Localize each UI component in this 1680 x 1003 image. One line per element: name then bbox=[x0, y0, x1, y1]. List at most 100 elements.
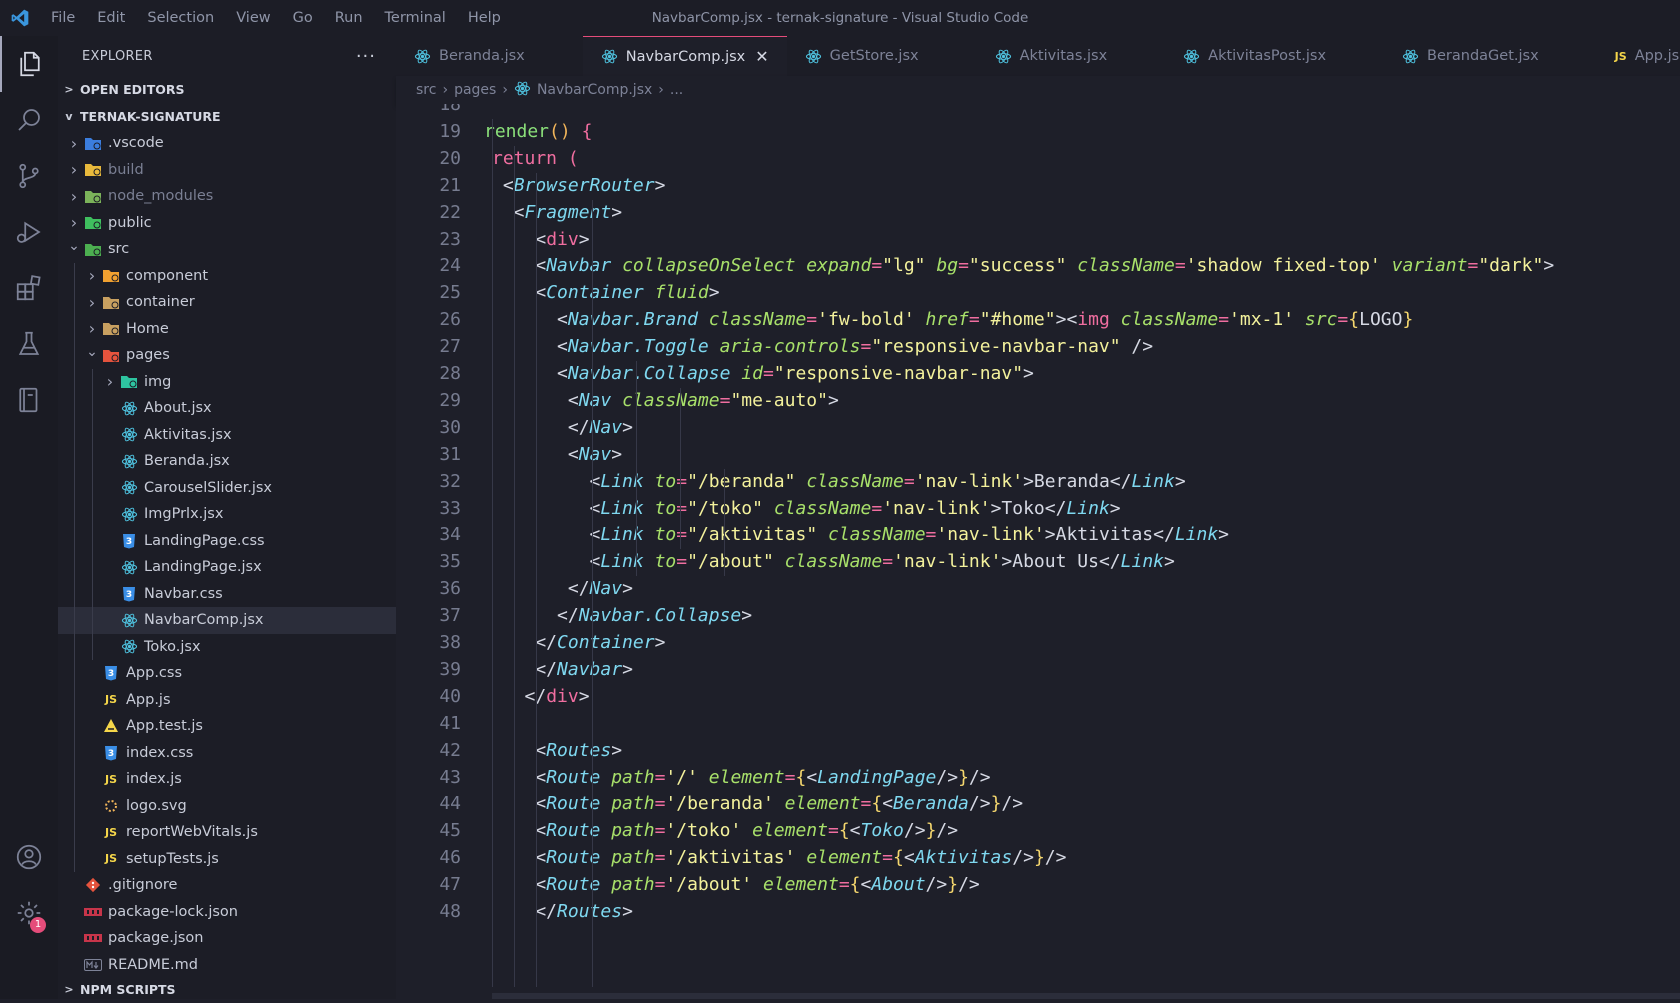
code-line[interactable]: return ( bbox=[492, 146, 579, 173]
tree-item-navbarcomp-jsx[interactable]: NavbarComp.jsx bbox=[58, 607, 396, 634]
code-line[interactable]: </div> bbox=[492, 684, 590, 711]
tree-item-imgprlx-jsx[interactable]: ImgPrlx.jsx bbox=[58, 501, 396, 528]
tab-getstore-jsx[interactable]: GetStore.jsx bbox=[787, 36, 977, 76]
explorer-icon[interactable] bbox=[0, 36, 58, 92]
tree-item-reportwebvitals-js[interactable]: JS reportWebVitals.js bbox=[58, 819, 396, 846]
tree-item-setuptests-js[interactable]: JS setupTests.js bbox=[58, 845, 396, 872]
tree-item-landingpage-css[interactable]: 3 LandingPage.css bbox=[58, 527, 396, 554]
tree-item-pages[interactable]: ⌄ pages bbox=[58, 342, 396, 369]
code-line[interactable]: </Container> bbox=[492, 630, 665, 657]
tree-item-src[interactable]: ⌄ src bbox=[58, 236, 396, 263]
tree-item-node-modules[interactable]: › node_modules bbox=[58, 183, 396, 210]
tree-item-public[interactable]: › public bbox=[58, 210, 396, 237]
code-line[interactable]: <Navbar collapseOnSelect expand="lg" bg=… bbox=[492, 253, 1554, 280]
tree-item-app-js[interactable]: JS App.js bbox=[58, 686, 396, 713]
breadcrumb-item[interactable]: ... bbox=[670, 82, 683, 98]
code-editor[interactable]: 18 19 20 21 22 23 24 25 26 27 28 29 30 31 32 33 34 35 36 37… bbox=[396, 104, 1680, 999]
tree-item-carouselslider-jsx[interactable]: CarouselSlider.jsx bbox=[58, 474, 396, 501]
code-line[interactable]: <Link to="/beranda" className='nav-link'… bbox=[492, 469, 1186, 496]
tree-item-home[interactable]: › Home bbox=[58, 315, 396, 342]
manage-gear-icon[interactable]: 1 bbox=[0, 885, 58, 941]
source-control-icon[interactable] bbox=[0, 148, 58, 204]
tab-berandaget-jsx[interactable]: BerandaGet.jsx bbox=[1384, 36, 1597, 76]
menu-go[interactable]: Go bbox=[282, 0, 324, 36]
close-icon[interactable]: ✕ bbox=[755, 47, 768, 66]
breadcrumb-item[interactable]: pages bbox=[454, 82, 496, 98]
tree-item-about-jsx[interactable]: About.jsx bbox=[58, 395, 396, 422]
tree-item-package-lock-json[interactable]: package-lock.json bbox=[58, 899, 396, 926]
line-number: 41 bbox=[439, 712, 461, 734]
code-line[interactable]: <Navbar.Collapse id="responsive-navbar-n… bbox=[492, 361, 1034, 388]
more-actions-icon[interactable]: ··· bbox=[356, 46, 376, 67]
react-file-icon bbox=[118, 611, 140, 629]
code-line[interactable]: <Nav> bbox=[492, 442, 622, 469]
tree-item-vscode[interactable]: › .vscode bbox=[58, 130, 396, 157]
tree-item-index-js[interactable]: JS index.js bbox=[58, 766, 396, 793]
menu-view[interactable]: View bbox=[225, 0, 281, 36]
tab-label: Aktivitas.jsx bbox=[1019, 48, 1108, 64]
remote-explorer-icon[interactable] bbox=[0, 372, 58, 428]
code-line[interactable]: <Link to="/toko" className='nav-link'>To… bbox=[492, 496, 1121, 523]
menu-terminal[interactable]: Terminal bbox=[374, 0, 457, 36]
code-token: = bbox=[882, 847, 894, 869]
indent-guide bbox=[74, 421, 75, 448]
horizontal-scrollbar[interactable] bbox=[492, 993, 1680, 999]
code-line[interactable]: <Route path='/' element={<LandingPage/>}… bbox=[492, 765, 990, 792]
code-line[interactable]: <Route path='/aktivitas' element={<Aktiv… bbox=[492, 845, 1066, 872]
search-icon[interactable] bbox=[0, 92, 58, 148]
code-line[interactable]: </Navbar.Collapse> bbox=[492, 603, 752, 630]
tab-beranda-jsx[interactable]: Beranda.jsx bbox=[396, 36, 583, 76]
code-line[interactable]: <Link to="/about" className='nav-link'>A… bbox=[492, 549, 1175, 576]
code-line[interactable]: <Navbar.Brand className='fw-bold' href="… bbox=[492, 307, 1413, 334]
code-line[interactable]: <Nav className="me-auto"> bbox=[492, 388, 839, 415]
breadcrumb-item[interactable]: NavbarComp.jsx bbox=[537, 82, 652, 98]
tree-item-container[interactable]: › container bbox=[58, 289, 396, 316]
tree-item-build[interactable]: › build bbox=[58, 157, 396, 184]
account-icon[interactable] bbox=[0, 829, 58, 885]
run-debug-icon[interactable] bbox=[0, 204, 58, 260]
tree-item-component[interactable]: › component bbox=[58, 262, 396, 289]
tree-item-package-json[interactable]: package.json bbox=[58, 925, 396, 952]
tree-item-beranda-jsx[interactable]: Beranda.jsx bbox=[58, 448, 396, 475]
menu-edit[interactable]: Edit bbox=[86, 0, 136, 36]
extensions-icon[interactable] bbox=[0, 260, 58, 316]
tree-item-logo-svg[interactable]: logo.svg bbox=[58, 792, 396, 819]
tab-app-js[interactable]: JS App.js bbox=[1597, 36, 1680, 76]
line-number: 38 bbox=[439, 632, 461, 653]
tree-item-app-css[interactable]: 3 App.css bbox=[58, 660, 396, 687]
indent-guide bbox=[74, 262, 75, 289]
menu-file[interactable]: File bbox=[40, 0, 86, 36]
tree-item-app-test-js[interactable]: App.test.js bbox=[58, 713, 396, 740]
code-line[interactable]: <Container fluid> bbox=[492, 280, 719, 307]
code-line[interactable]: <BrowserRouter> bbox=[492, 173, 666, 200]
open-editors-section[interactable]: > OPEN EDITORS bbox=[58, 76, 396, 103]
tree-item-index-css[interactable]: 3 index.css bbox=[58, 739, 396, 766]
tab-aktivitas-jsx[interactable]: Aktivitas.jsx bbox=[977, 36, 1166, 76]
tree-item-navbar-css[interactable]: 3 Navbar.css bbox=[58, 580, 396, 607]
tree-item-img[interactable]: › img bbox=[58, 368, 396, 395]
code-line[interactable]: <Route path='/beranda' element={<Beranda… bbox=[492, 791, 1023, 818]
breadcrumb-item[interactable]: src bbox=[416, 82, 436, 98]
tree-item-gitignore[interactable]: .gitignore bbox=[58, 872, 396, 899]
testing-icon[interactable] bbox=[0, 316, 58, 372]
code-token: fluid bbox=[654, 282, 709, 304]
code-line[interactable]: <Route path='/toko' element={<Toko/>}/> bbox=[492, 818, 958, 845]
tree-item-toko-jsx[interactable]: Toko.jsx bbox=[58, 633, 396, 660]
code-line[interactable]: <div> bbox=[492, 227, 589, 254]
code-line[interactable]: <Route path='/about' element={<About/>}/… bbox=[492, 872, 979, 899]
tree-item-aktivitas-jsx[interactable]: Aktivitas.jsx bbox=[58, 421, 396, 448]
tab-label: BerandaGet.jsx bbox=[1427, 48, 1539, 64]
code-line[interactable]: render() { bbox=[484, 119, 592, 146]
code-line[interactable]: <Fragment> bbox=[492, 200, 622, 227]
tree-item-landingpage-jsx[interactable]: LandingPage.jsx bbox=[58, 554, 396, 581]
project-section[interactable]: v TERNAK-SIGNATURE bbox=[58, 103, 396, 130]
menu-run[interactable]: Run bbox=[324, 0, 374, 36]
code-line[interactable]: <Routes> bbox=[492, 738, 622, 765]
code-token: bg bbox=[936, 255, 959, 277]
code-line[interactable]: <Link to="/aktivitas" className='nav-lin… bbox=[492, 522, 1229, 549]
menu-help[interactable]: Help bbox=[457, 0, 512, 36]
menu-selection[interactable]: Selection bbox=[136, 0, 225, 36]
tab-navbarcomp-jsx[interactable]: NavbarComp.jsx ✕ bbox=[582, 36, 787, 76]
tab-aktivitaspost-jsx[interactable]: AktivitasPost.jsx bbox=[1165, 36, 1384, 76]
tree-item-readme-md[interactable]: README.md bbox=[58, 952, 396, 979]
